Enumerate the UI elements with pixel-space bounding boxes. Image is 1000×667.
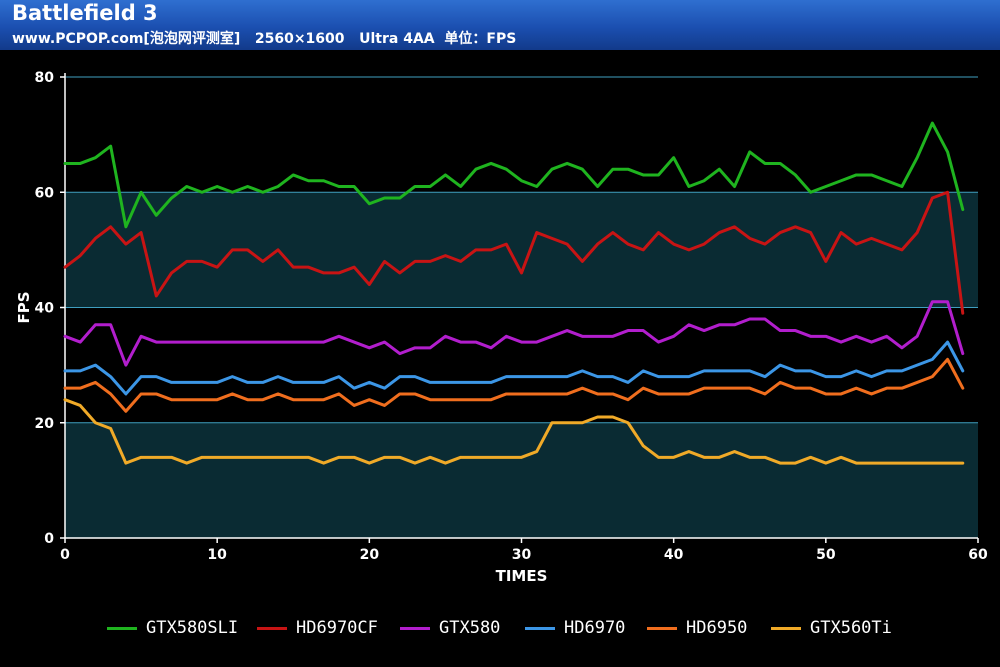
y-tick-label: 20 bbox=[35, 416, 55, 432]
legend-swatch bbox=[400, 626, 430, 630]
y-tick-label: 80 bbox=[35, 70, 55, 86]
legend-swatch bbox=[771, 626, 801, 630]
legend-label: GTX580 bbox=[439, 618, 501, 638]
y-tick-label: 40 bbox=[35, 301, 55, 317]
legend-label: GTX560Ti bbox=[810, 618, 892, 638]
legend-label: HD6970CF bbox=[296, 618, 378, 638]
legend-swatch bbox=[107, 626, 137, 630]
plot-band bbox=[65, 192, 978, 308]
legend-item-hd6950: HD6950 bbox=[647, 613, 747, 643]
y-tick-label: 0 bbox=[44, 531, 54, 547]
legend-swatch bbox=[647, 626, 677, 630]
x-tick-label: 30 bbox=[512, 547, 532, 563]
legend-label: GTX580SLI bbox=[146, 618, 239, 638]
x-tick-label: 10 bbox=[207, 547, 227, 563]
legend-item-gtx580: GTX580 bbox=[400, 613, 500, 643]
legend-label: HD6970 bbox=[564, 618, 626, 638]
chart-title: Battlefield 3 bbox=[12, 1, 158, 25]
x-tick-label: 50 bbox=[816, 547, 836, 563]
legend-item-hd6970: HD6970 bbox=[525, 613, 625, 643]
x-tick-label: 20 bbox=[360, 547, 380, 563]
x-tick-label: 40 bbox=[664, 547, 684, 563]
plot-band bbox=[65, 422, 978, 538]
x-tick-label: 0 bbox=[60, 547, 70, 563]
legend-item-gtx560ti: GTX560Ti bbox=[771, 613, 892, 643]
legend-swatch bbox=[257, 626, 287, 630]
legend-swatch bbox=[525, 626, 555, 630]
line-chart: 0 20 40 60 80 0 10 20 30 40 50 60 TIMES FPS bbox=[15, 70, 988, 585]
chart-subtitle: www.PCPOP.com[泡泡网评测室] 2560×1600 Ultra 4A… bbox=[12, 31, 517, 47]
legend-item-gtx580sli: GTX580SLI bbox=[107, 613, 238, 643]
chart-header: Battlefield 3 www.PCPOP.com[泡泡网评测室] 2560… bbox=[0, 0, 1000, 50]
y-tick-label: 60 bbox=[35, 185, 55, 201]
x-tick-label: 60 bbox=[968, 547, 988, 563]
y-axis-title: FPS bbox=[15, 291, 33, 323]
series-line-hd6950 bbox=[63, 357, 965, 413]
legend-label: HD6950 bbox=[686, 618, 748, 638]
series-line-gtx580 bbox=[63, 300, 965, 367]
x-axis-title: TIMES bbox=[496, 567, 548, 585]
chart-legend: GTX580SLI HD6970CF GTX580 HD6970 HD6950 GTX56… bbox=[0, 613, 1000, 643]
legend-item-hd6970cf: HD6970CF bbox=[257, 613, 378, 643]
series-line-hd6970 bbox=[63, 340, 965, 396]
